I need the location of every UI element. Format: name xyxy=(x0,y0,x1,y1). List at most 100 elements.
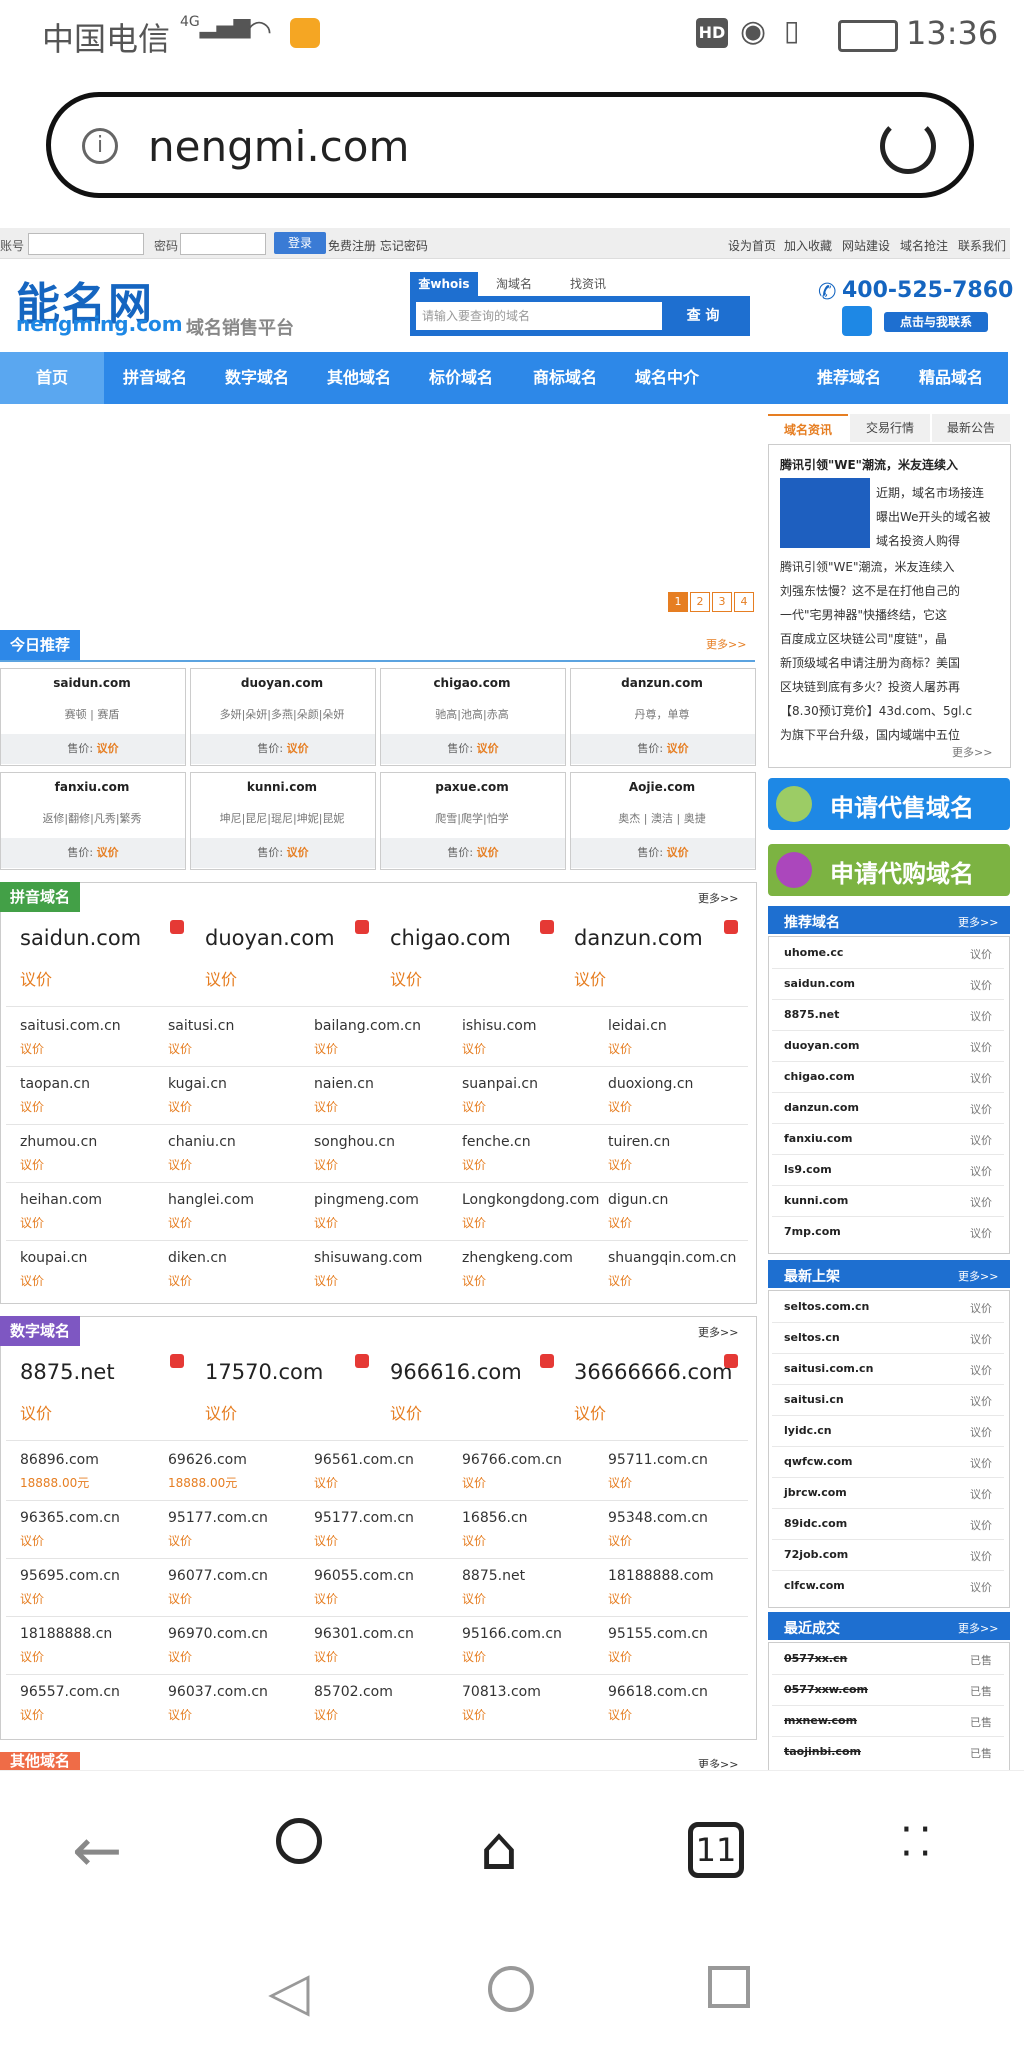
search-icon[interactable] xyxy=(276,1818,322,1864)
domain-item[interactable]: chaniu.cn xyxy=(168,1134,236,1150)
domain-item[interactable]: 96970.com.cn xyxy=(168,1626,268,1642)
system-recents-icon[interactable] xyxy=(708,1966,750,2008)
domain-item[interactable]: 96561.com.cn xyxy=(314,1452,414,1468)
featured-domain[interactable]: danzun.com xyxy=(574,926,703,950)
domain-item[interactable]: 96055.com.cn xyxy=(314,1568,414,1584)
news-more-link[interactable]: 更多>> xyxy=(952,744,992,760)
today-more-link[interactable]: 更多>> xyxy=(706,636,746,652)
list-domain[interactable]: chigao.com xyxy=(784,1070,855,1083)
domain-item[interactable]: 95166.com.cn xyxy=(462,1626,562,1642)
reload-icon[interactable] xyxy=(880,118,936,174)
domain-item[interactable]: bailang.com.cn xyxy=(314,1018,421,1034)
domain-item[interactable]: suanpai.cn xyxy=(462,1076,538,1092)
set-homepage-link[interactable]: 设为首页 xyxy=(728,237,776,254)
list-domain[interactable]: saitusi.com.cn xyxy=(784,1362,873,1375)
list-domain[interactable]: danzun.com xyxy=(784,1101,859,1114)
recommend-more-link[interactable]: 更多>> xyxy=(958,914,998,930)
banner-page-3[interactable]: 3 xyxy=(712,592,732,612)
list-domain[interactable]: jbrcw.com xyxy=(784,1486,847,1499)
nav-item-other[interactable]: 其他域名 xyxy=(314,352,404,404)
domain-item[interactable]: 96618.com.cn xyxy=(608,1684,708,1700)
domain-item[interactable]: taopan.cn xyxy=(20,1076,90,1092)
domain-item[interactable]: 70813.com xyxy=(462,1684,541,1700)
banner-page-4[interactable]: 4 xyxy=(734,592,754,612)
domain-item[interactable]: 96557.com.cn xyxy=(20,1684,120,1700)
other-more-link[interactable]: 更多>> xyxy=(698,1756,738,1768)
tab-whois[interactable]: 查whois xyxy=(410,272,478,296)
domain-item[interactable]: fenche.cn xyxy=(462,1134,531,1150)
card-domain[interactable]: danzun.com xyxy=(570,676,754,690)
domain-item[interactable]: 96301.com.cn xyxy=(314,1626,414,1642)
nav-item-number[interactable]: 数字域名 xyxy=(212,352,302,404)
list-domain[interactable]: lyidc.cn xyxy=(784,1424,832,1437)
contact-us-link[interactable]: 联系我们 xyxy=(958,237,1006,254)
system-home-icon[interactable] xyxy=(488,1966,534,2012)
list-domain[interactable]: fanxiu.com xyxy=(784,1132,852,1145)
list-domain[interactable]: qwfcw.com xyxy=(784,1455,853,1468)
list-domain[interactable]: taojinbi.com xyxy=(784,1745,861,1758)
domain-item[interactable]: naien.cn xyxy=(314,1076,374,1092)
account-input[interactable] xyxy=(28,233,144,255)
site-build-link[interactable]: 网站建设 xyxy=(842,237,890,254)
domain-item[interactable]: 18188888.cn xyxy=(20,1626,112,1642)
featured-domain[interactable]: chigao.com xyxy=(390,926,511,950)
url-text[interactable]: nengmi.com xyxy=(148,122,409,171)
back-icon[interactable]: ← xyxy=(72,1816,122,1886)
list-domain[interactable]: 89idc.com xyxy=(784,1517,847,1530)
deals-more-link[interactable]: 更多>> xyxy=(958,1620,998,1636)
nav-item-recommend[interactable]: 推荐域名 xyxy=(804,352,894,404)
news-headline[interactable]: 腾讯引领"WE"潮流，米友连续入 xyxy=(780,456,958,473)
featured-domain[interactable]: 36666666.com xyxy=(574,1360,732,1384)
card-domain[interactable]: saidun.com xyxy=(0,676,184,690)
nav-item-priced[interactable]: 标价域名 xyxy=(416,352,506,404)
domain-item[interactable]: 18188888.com xyxy=(608,1568,714,1584)
domain-item[interactable]: saitusi.com.cn xyxy=(20,1018,121,1034)
domain-item[interactable]: shuangqin.com.cn xyxy=(608,1250,736,1266)
news-item[interactable]: 刘强东怯慢？这不是在打他自己的 xyxy=(780,582,960,599)
banner-page-2[interactable]: 2 xyxy=(690,592,710,612)
card-domain[interactable]: chigao.com xyxy=(380,676,564,690)
search-input[interactable]: 请输入要查询的域名 xyxy=(416,302,662,330)
domain-item[interactable]: 96766.com.cn xyxy=(462,1452,562,1468)
news-item[interactable]: 区块链到底有多火？投资人屠苏再 xyxy=(780,678,960,695)
news-item[interactable]: 百度成立区块链公司"度链"，晶 xyxy=(780,630,947,647)
nav-item-trademark[interactable]: 商标域名 xyxy=(520,352,610,404)
tab-tao-domain[interactable]: 淘域名 xyxy=(480,272,548,296)
domain-item[interactable]: 16856.cn xyxy=(462,1510,528,1526)
contact-button[interactable]: 点击与我联系 xyxy=(884,312,988,332)
list-domain[interactable]: 8875.net xyxy=(784,1008,839,1021)
domain-item[interactable]: heihan.com xyxy=(20,1192,102,1208)
domain-item[interactable]: 69626.com xyxy=(168,1452,247,1468)
qq-icon[interactable] xyxy=(842,306,872,336)
featured-domain[interactable]: duoyan.com xyxy=(205,926,335,950)
card-domain[interactable]: kunni.com xyxy=(190,780,374,794)
login-button[interactable]: 登录 xyxy=(274,232,326,254)
domain-item[interactable]: leidai.cn xyxy=(608,1018,667,1034)
number-more-link[interactable]: 更多>> xyxy=(698,1324,738,1340)
list-domain[interactable]: uhome.cc xyxy=(784,946,843,959)
add-favorite-link[interactable]: 加入收藏 xyxy=(784,237,832,254)
tabs-count-icon[interactable]: 11 xyxy=(688,1822,744,1878)
list-domain[interactable]: 72job.com xyxy=(784,1548,848,1561)
latest-more-link[interactable]: 更多>> xyxy=(958,1268,998,1284)
news-item[interactable]: 一代"宅男神器"快播终结，它这 xyxy=(780,606,947,623)
news-item[interactable]: 新顶级域名申请注册为商标？美国 xyxy=(780,654,960,671)
domain-item[interactable]: digun.cn xyxy=(608,1192,668,1208)
menu-icon[interactable]: ⋅⋅ ⋅⋅ xyxy=(900,1810,937,1874)
system-back-icon[interactable]: ◁ xyxy=(268,1960,310,2023)
domain-item[interactable]: ishisu.com xyxy=(462,1018,536,1034)
list-domain[interactable]: seltos.com.cn xyxy=(784,1300,869,1313)
info-icon[interactable]: i xyxy=(82,128,118,164)
password-input[interactable] xyxy=(180,233,266,255)
tab-news[interactable]: 找资讯 xyxy=(554,272,622,296)
domain-item[interactable]: 86896.com xyxy=(20,1452,99,1468)
domain-item[interactable]: diken.cn xyxy=(168,1250,227,1266)
domain-item[interactable]: 95695.com.cn xyxy=(20,1568,120,1584)
domain-item[interactable]: 95348.com.cn xyxy=(608,1510,708,1526)
domain-snap-link[interactable]: 域名抢注 xyxy=(900,237,948,254)
domain-item[interactable]: songhou.cn xyxy=(314,1134,395,1150)
pinyin-more-link[interactable]: 更多>> xyxy=(698,890,738,906)
domain-item[interactable]: hanglei.com xyxy=(168,1192,254,1208)
list-domain[interactable]: 0577xxw.com xyxy=(784,1683,868,1696)
domain-item[interactable]: Longkongdong.com xyxy=(462,1192,599,1208)
